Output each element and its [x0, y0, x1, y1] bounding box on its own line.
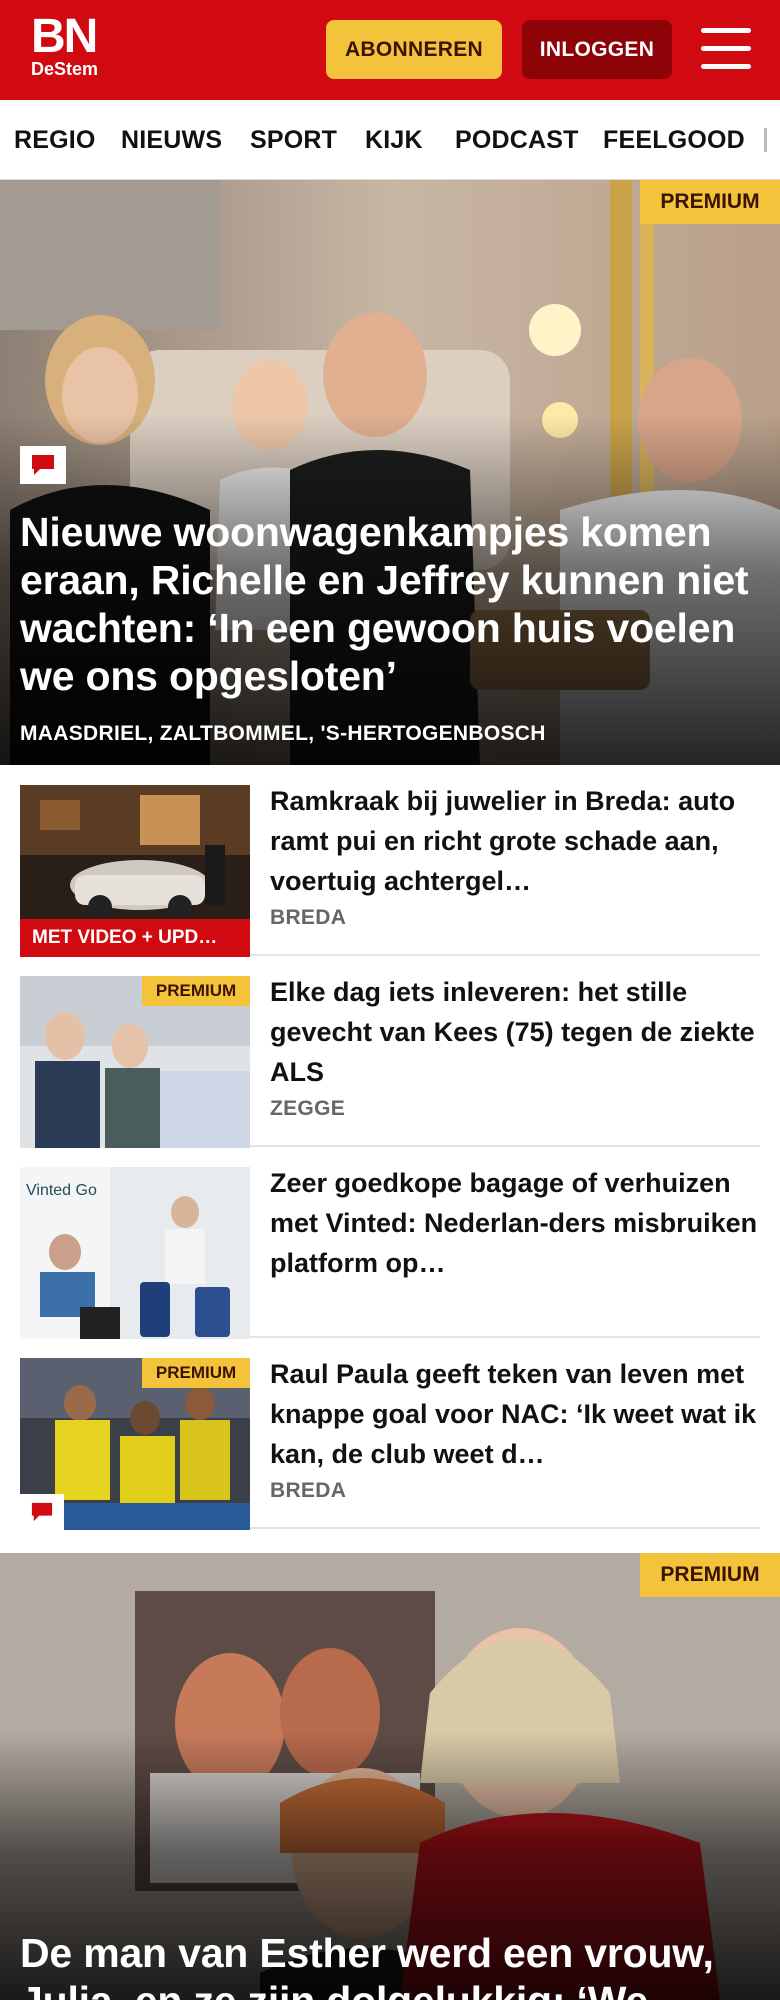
- article-headline[interactable]: Ramkraak bij juwelier in Breda: auto ram…: [270, 781, 760, 901]
- nav-item-sport[interactable]: SPORT: [250, 126, 337, 155]
- article-location: ZEGGE: [270, 1097, 346, 1120]
- nav-scroll-indicator: [764, 128, 767, 152]
- article-thumbnail[interactable]: MET VIDEO + UPD…: [20, 785, 250, 957]
- nav-item-podcast[interactable]: PODCAST: [455, 126, 579, 155]
- comment-icon: [20, 446, 66, 484]
- logo-main-text: BN: [31, 10, 98, 63]
- premium-badge: PREMIUM: [640, 180, 780, 224]
- nav-item-feelgood[interactable]: FEELGOOD: [603, 126, 745, 155]
- comment-icon: [20, 1494, 64, 1530]
- video-update-label: MET VIDEO + UPD…: [20, 919, 250, 957]
- svg-text:Vinted Go: Vinted Go: [26, 1182, 97, 1199]
- article-location: BREDA: [270, 1479, 347, 1502]
- premium-badge: PREMIUM: [142, 1358, 250, 1388]
- article-headline[interactable]: Raul Paula geeft teken van leven met kna…: [270, 1354, 760, 1474]
- list-item[interactable]: PREMIUM Raul Paula geeft teken van leven…: [20, 1338, 760, 1530]
- article-location: BREDA: [270, 906, 347, 929]
- list-item[interactable]: PREMIUM Elke dag iets inleveren: het sti…: [20, 956, 760, 1148]
- hero-headline[interactable]: Nieuwe woonwagenkampjes komen eraan, Ric…: [20, 508, 760, 700]
- article-headline[interactable]: Zeer goedkope bagage of verhuizen met Vi…: [270, 1163, 760, 1283]
- list-item[interactable]: Vinted Go Zeer goedkope bagage of verhui…: [20, 1147, 760, 1339]
- nav-item-kijk[interactable]: KIJK: [365, 126, 423, 155]
- article-thumbnail[interactable]: Vinted Go: [20, 1167, 250, 1339]
- article-headline[interactable]: Elke dag iets inleveren: het stille geve…: [270, 972, 760, 1092]
- premium-badge: PREMIUM: [640, 1553, 780, 1597]
- site-logo[interactable]: BN DeStem: [31, 10, 121, 80]
- list-item[interactable]: MET VIDEO + UPD… Ramkraak bij juwelier i…: [20, 765, 760, 957]
- nav-item-nieuws[interactable]: NIEUWS: [121, 126, 222, 155]
- hero-article-secondary[interactable]: PREMIUM De man van Esther werd een vrouw…: [0, 1553, 780, 2000]
- article-thumbnail[interactable]: PREMIUM: [20, 976, 250, 1148]
- hero-article[interactable]: PREMIUM Nieuwe woonwagenkampjes komen er…: [0, 180, 780, 765]
- subscribe-button[interactable]: ABONNEREN: [326, 20, 502, 79]
- login-button[interactable]: INLOGGEN: [522, 20, 672, 79]
- nav-item-regio[interactable]: REGIO: [14, 126, 96, 155]
- logo-sub-text: DeStem: [31, 59, 99, 79]
- hero-headline[interactable]: De man van Esther werd een vrouw, Julia,…: [20, 1929, 760, 2000]
- article-thumbnail[interactable]: PREMIUM: [20, 1358, 250, 1530]
- article-photo: Vinted Go: [20, 1167, 250, 1339]
- site-header: BN DeStem ABONNEREN INLOGGEN: [0, 0, 780, 100]
- hero-location: MAASDRIEL, ZALTBOMMEL, 'S-HERTOGENBOSCH: [20, 722, 546, 745]
- hamburger-menu-icon[interactable]: [701, 26, 751, 72]
- section-nav: REGIO NIEUWS SPORT KIJK PODCAST FEELGOOD: [0, 100, 780, 180]
- premium-badge: PREMIUM: [142, 976, 250, 1006]
